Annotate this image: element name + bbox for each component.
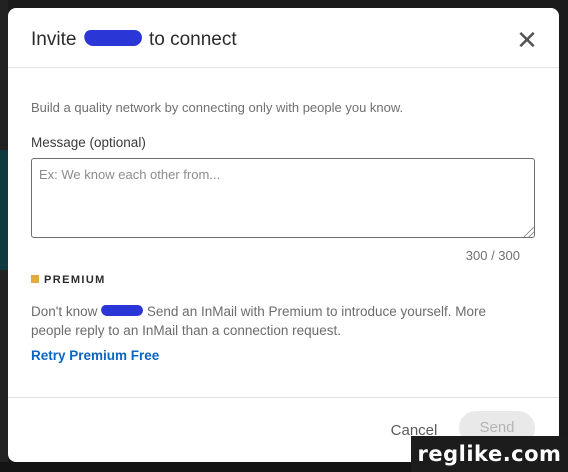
close-button[interactable]: ✕ <box>510 25 544 55</box>
premium-label: PREMIUM <box>44 274 106 286</box>
dialog-title: Invite to connect <box>31 29 237 51</box>
invite-dialog: Invite to connect ✕ Build a quality netw… <box>8 8 559 462</box>
premium-logo-icon <box>31 275 39 283</box>
backdrop-accent <box>0 150 8 270</box>
close-icon: ✕ <box>516 25 538 55</box>
redacted-name <box>82 30 143 46</box>
intro-text: Build a quality network by connecting on… <box>31 100 404 115</box>
character-counter: 300 / 300 <box>465 248 520 263</box>
dialog-header: Invite to connect ✕ <box>8 8 559 68</box>
resize-handle-icon[interactable] <box>524 227 534 237</box>
premium-desc-prefix: Don't know <box>31 304 98 319</box>
message-textarea[interactable] <box>31 158 535 238</box>
message-label: Message (optional) <box>31 135 146 150</box>
premium-desc-suffix: Send an InMail with Premium to introduce… <box>31 304 487 338</box>
title-suffix: to connect <box>148 29 237 50</box>
premium-badge: PREMIUM <box>31 274 106 288</box>
watermark: reglike.com <box>411 436 568 472</box>
redacted-name-inline <box>100 305 144 316</box>
retry-premium-link[interactable]: Retry Premium Free <box>31 348 159 363</box>
premium-description: Don't know Send an InMail with Premium t… <box>31 302 521 340</box>
title-prefix: Invite <box>31 29 77 50</box>
